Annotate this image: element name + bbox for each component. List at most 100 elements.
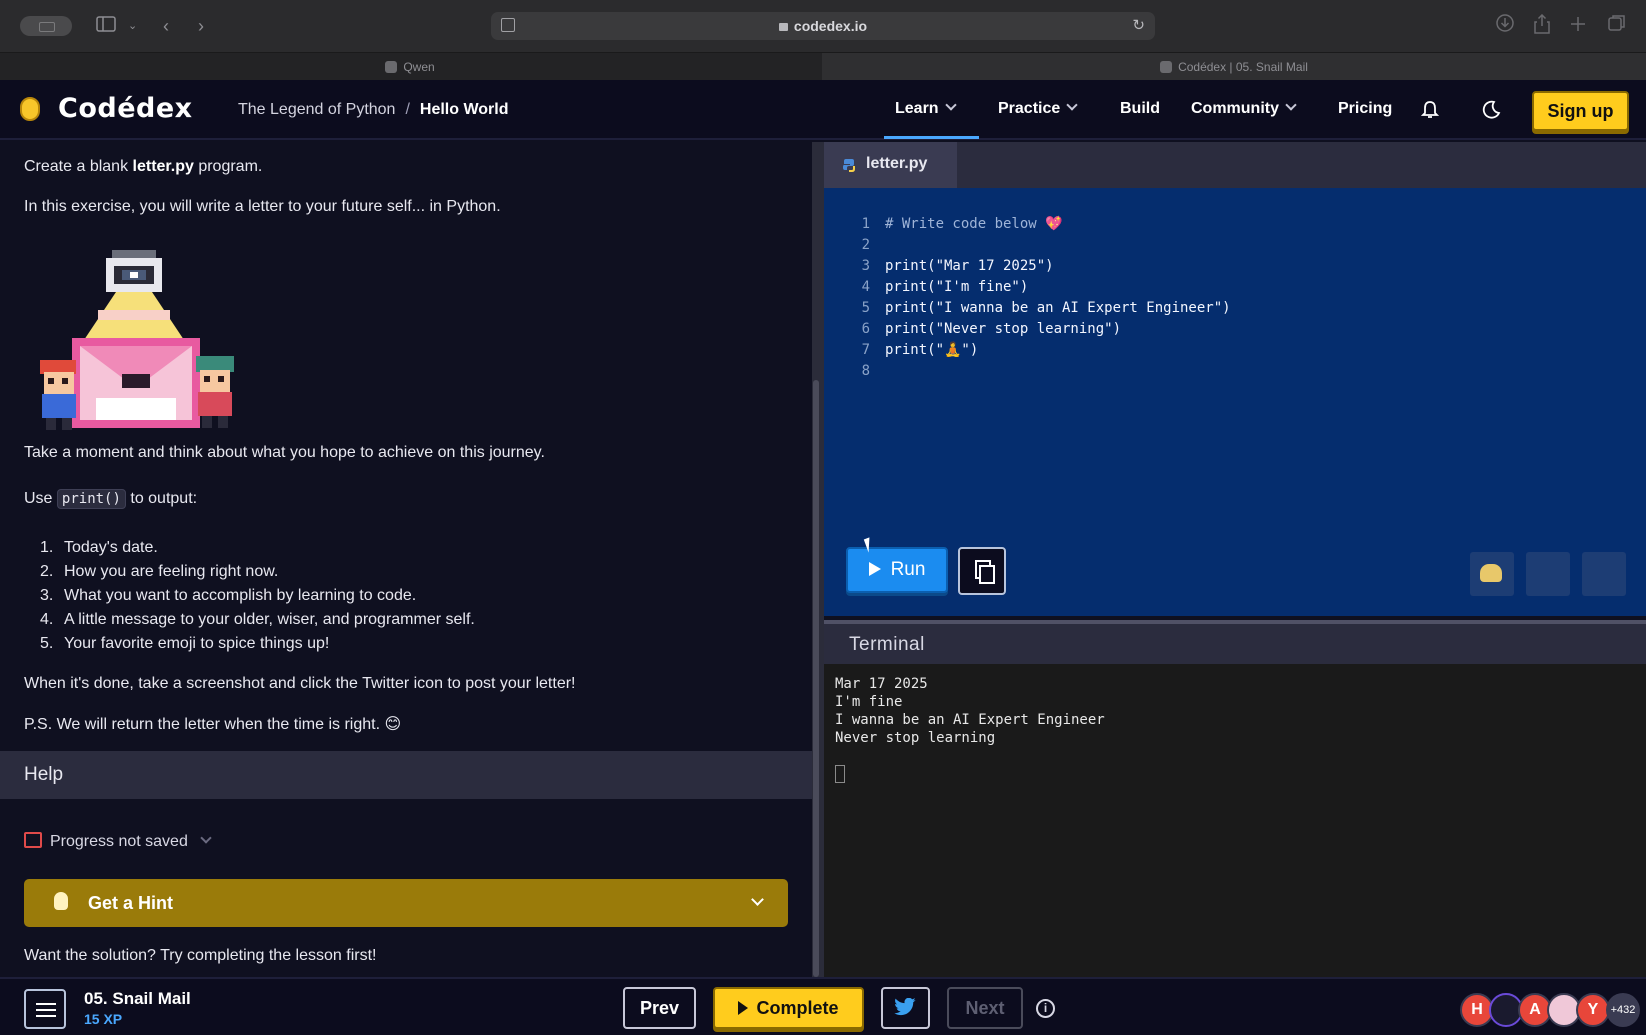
qwen-favicon-icon [385,61,398,73]
nav-practice-label: Practice [998,100,1061,117]
lesson-list-button[interactable] [24,989,66,1029]
nav-build-label: Build [1120,100,1160,117]
tab-label: Qwen [403,60,435,74]
lesson-xp: 15 XP [84,1011,123,1027]
sidebar-dropdown-icon[interactable]: ⌄ [128,14,137,38]
avatar-overflow-count[interactable]: +432 [1606,993,1640,1027]
rubber-duck-button[interactable] [1470,552,1514,596]
nav-learn[interactable]: Learn [895,99,957,118]
step-text: How you are feeling right now. [64,563,279,580]
twitter-share-button[interactable] [881,987,930,1029]
sign-up-button[interactable]: Sign up [1532,91,1629,131]
lesson-use-print: Use print() to output: [24,489,198,509]
chevron-down-icon [200,832,212,844]
reload-icon[interactable]: ↻ [1132,16,1145,34]
browser-tab-qwen[interactable]: Qwen [0,53,820,81]
forward-icon[interactable]: › [198,14,204,38]
nav-practice[interactable]: Practice [998,99,1078,118]
python-icon [843,159,855,172]
nav-community[interactable]: Community [1191,99,1297,118]
intro-prefix: Create a blank [24,158,133,175]
prev-button[interactable]: Prev [623,987,696,1029]
code-text: # Write code below 💖 [885,216,1063,232]
code-text: print("I wanna be an AI Expert Engineer"… [885,300,1231,316]
list-icon [36,1009,56,1011]
nav-pricing[interactable]: Pricing [1338,100,1392,118]
step-text: Today's date. [64,539,158,556]
new-tab-icon[interactable] [1570,14,1586,38]
bell-icon[interactable] [1421,100,1439,120]
step-text: What you want to accomplish by learning … [64,587,417,604]
run-label: Run [890,559,926,580]
list-icon [36,1015,56,1017]
copy-code-button[interactable] [958,547,1006,595]
editor-tool-button[interactable] [1582,552,1626,596]
address-bar[interactable]: codedex.io ↻ [491,12,1155,40]
lesson-title: 05. Snail Mail [84,989,191,1008]
site-header: Codédex The Legend of Python / Hello World… [0,80,1646,140]
intro-suffix: program. [193,158,263,175]
nav-learn-label: Learn [895,100,939,117]
use-prefix: Use [24,490,57,507]
help-title: Help [24,764,64,785]
run-button[interactable]: Run [846,547,948,593]
lesson-intro: Create a blank letter.py program. [24,158,262,176]
terminal-line: Mar 17 2025 [835,676,928,692]
print-code-inline: print() [56,489,126,509]
back-icon[interactable]: ‹ [163,14,169,38]
traffic-lights-pill[interactable] [20,16,72,36]
lesson-scrollbar-thumb[interactable] [813,380,819,977]
terminal-output[interactable]: Mar 17 2025 I'm fine I wanna be an AI Ex… [824,664,1646,977]
help-section-header: Help [0,751,812,799]
share-icon[interactable] [1534,13,1550,40]
line-number: 6 [861,321,870,337]
info-icon[interactable]: i [1036,999,1055,1018]
use-suffix: to output: [125,490,198,507]
sidebar-toggle-icon[interactable] [96,14,116,38]
browser-tab-codedex[interactable]: Codédex | 05. Snail Mail [822,53,1646,81]
tab-label: Codédex | 05. Snail Mail [1178,60,1308,74]
file-tab-letter-py[interactable]: letter.py [824,142,957,188]
chevron-down-icon [1066,99,1078,111]
editor-tool-button[interactable] [1526,552,1570,596]
list-item: 1. Today's date. [40,536,475,560]
logo[interactable]: Codédex [58,93,193,124]
lesson-reflect-text: Take a moment and think about what you h… [24,444,545,461]
breadcrumb-separator: / [405,101,410,118]
terminal-line: I wanna be an AI Expert Engineer [835,712,1105,728]
solution-text: Want the solution? Try completing the le… [24,947,377,964]
next-button[interactable]: Next [947,987,1023,1029]
get-hint-button[interactable]: Get a Hint [24,879,788,927]
lightbulb-icon [54,892,68,910]
tab-overview-icon[interactable] [1608,14,1626,38]
code-text: print("🧘") [885,342,979,358]
hint-label: Get a Hint [88,893,174,913]
step-text: Your favorite emoji to spice things up! [64,635,330,652]
lesson-exercise-text: In this exercise, you will write a lette… [24,198,501,215]
play-icon [868,562,881,576]
line-number: 8 [861,363,870,379]
terminal-line: I'm fine [835,694,903,710]
browser-toolbar: ⌄ ‹ › codedex.io ↻ [0,0,1646,52]
duck-icon [1480,564,1502,582]
avatar[interactable]: Y [1576,993,1610,1027]
snail-mail-illustration [40,250,234,430]
line-number: 1 [861,216,870,232]
step-text: A little message to your older, wiser, a… [64,611,475,628]
list-item: 3. What you want to accomplish by learnin… [40,584,475,608]
line-number: 4 [861,279,870,295]
lesson-ps-text: P.S. We will return the letter when the … [24,716,402,733]
nav-build[interactable]: Build [1120,100,1160,118]
progress-status[interactable]: Progress not saved [24,832,212,851]
chevron-down-icon [944,99,957,111]
lesson-twitter-text: When it's done, take a screenshot and cl… [24,675,576,692]
breadcrumb: The Legend of Python / Hello World [238,101,509,119]
moon-icon[interactable] [1480,99,1502,121]
code-text: print("Mar 17 2025") [885,258,1054,274]
line-number: 3 [861,258,870,274]
breadcrumb-course[interactable]: The Legend of Python [238,101,395,118]
terminal-title: Terminal [849,634,925,655]
complete-button[interactable]: Complete [713,987,864,1029]
step-number: 1. [40,539,54,556]
download-icon[interactable] [1496,14,1514,38]
